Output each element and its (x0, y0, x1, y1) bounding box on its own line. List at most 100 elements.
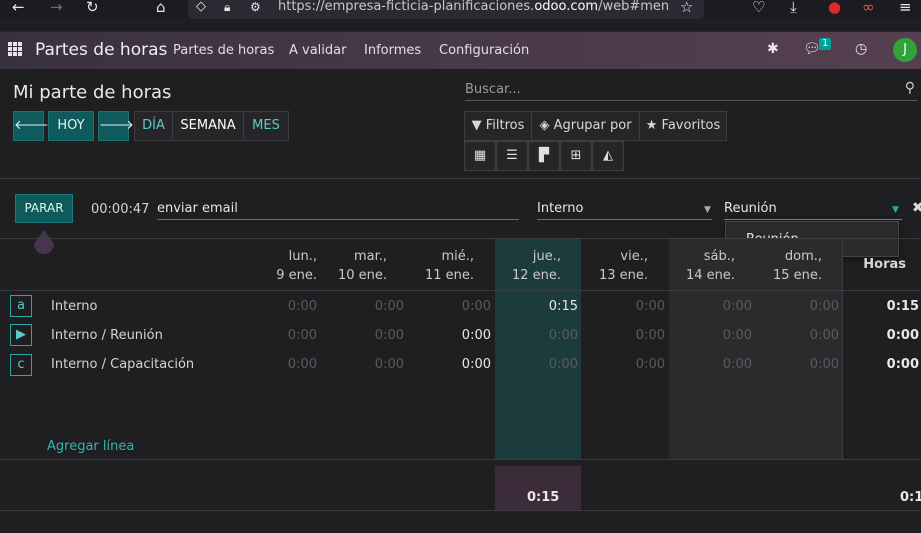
group-by-button[interactable]: ◈ Agrupar por (531, 111, 640, 141)
menu-hamburger-icon[interactable]: ≡ (899, 0, 912, 16)
kanban-view-icon: ▛ (539, 148, 549, 163)
apps-menu-icon[interactable] (8, 42, 22, 56)
grid-cell[interactable]: 0:00 (431, 328, 491, 343)
row-total: 0:00 (886, 328, 919, 343)
filters-button[interactable]: ▼ Filtros (464, 111, 532, 141)
forward-arrow-icon[interactable]: → (50, 0, 63, 16)
shield-icon[interactable]: ◇ (196, 0, 206, 16)
area-chart-icon: ◭ (603, 148, 613, 163)
row-shortcut-key[interactable]: c (10, 354, 32, 376)
grid-cell[interactable]: 0:00 (779, 357, 839, 372)
favorites-button[interactable]: ★ Favoritos (639, 111, 727, 141)
row-shortcut-key[interactable]: a (10, 295, 32, 317)
url-text: https://empresa-ficticia-planificaciones… (278, 0, 670, 14)
browser-toolbar: ← → ↻ ⌂ ◇ 🔒︎ ⚙ https://empresa-ficticia-… (0, 0, 921, 19)
reload-icon[interactable]: ↻ (86, 0, 99, 16)
user-avatar[interactable]: J (893, 38, 917, 62)
page-title: Mi parte de horas (13, 82, 172, 103)
menu-informes[interactable]: Informes (364, 43, 421, 58)
add-line-link[interactable]: Agregar línea (47, 439, 134, 454)
debug-bug-icon[interactable]: ✱ (767, 41, 779, 57)
arrow-left-icon: 🡐 (14, 118, 49, 133)
chevron-down-icon: ▼ (704, 205, 711, 215)
lock-icon: 🔒︎ (224, 0, 231, 14)
list-view-button[interactable]: ☰ (496, 141, 528, 171)
grid-cell[interactable]: 0:00 (344, 357, 404, 372)
grid-cell[interactable]: 0:00 (605, 328, 665, 343)
row-play-button[interactable]: ▶ (10, 324, 32, 346)
back-arrow-icon[interactable]: ← (12, 0, 25, 16)
grid-cell[interactable]: 0:00 (431, 357, 491, 372)
search-bar: ⚲ (465, 79, 917, 101)
grid-cell[interactable]: 0:00 (779, 328, 839, 343)
pocket-icon[interactable]: ♡ (752, 0, 765, 16)
graph-view-button[interactable]: ◭ (592, 141, 624, 171)
downloads-icon[interactable]: ⤓ (790, 0, 797, 16)
row-label: Interno (51, 299, 98, 314)
total-column (842, 239, 921, 459)
day-header: mié., 11 ene. (424, 249, 474, 283)
clear-icon[interactable]: ✖ (912, 200, 921, 216)
chat-count-badge: 1 (819, 38, 832, 50)
extension-icon[interactable]: ● (828, 0, 841, 16)
grid-cell[interactable]: 0:00 (605, 357, 665, 372)
grid-cell[interactable]: 0:00 (692, 328, 752, 343)
row-total: 0:00 (886, 357, 919, 372)
url-bar[interactable]: ◇ 🔒︎ ⚙ https://empresa-ficticia-planific… (188, 0, 704, 19)
grid-cell[interactable]: 0:00 (518, 328, 578, 343)
today-total: 0:15 (527, 490, 560, 505)
bookmark-star-icon[interactable]: ☆ (680, 0, 693, 16)
permissions-icon[interactable]: ⚙ (250, 0, 261, 16)
layers-icon: ◈ (539, 118, 550, 133)
search-icon[interactable]: ⚲ (905, 80, 915, 96)
pivot-table-icon: ⊞ (570, 148, 582, 163)
grid-cell[interactable]: 0:00 (344, 299, 404, 314)
day-header: mar., 10 ene. (337, 249, 387, 283)
timer-project-select[interactable]: Interno (537, 200, 712, 220)
row-label: Interno / Reunión (51, 328, 163, 343)
pivot-view-button[interactable]: ⊞ (560, 141, 592, 171)
timer-description-input[interactable]: enviar email (157, 200, 519, 220)
grid-cell[interactable]: 0:00 (257, 328, 317, 343)
chevron-down-icon: ▼ (892, 205, 899, 215)
list-view-icon: ☰ (506, 148, 518, 163)
grid-cell[interactable]: 0:00 (605, 299, 665, 314)
privacy-extension-icon[interactable]: ∞ (862, 0, 875, 16)
grid-cell[interactable]: 0:00 (518, 357, 578, 372)
prev-week-button[interactable]: 🡐 (13, 111, 49, 141)
app-brand[interactable]: Partes de horas (35, 40, 167, 60)
home-icon[interactable]: ⌂ (156, 0, 166, 16)
app-navbar: Partes de horas Partes de horas A valida… (0, 31, 921, 69)
next-week-button[interactable]: 🡒 (98, 111, 134, 141)
menu-configuracion[interactable]: Configuración (439, 43, 529, 58)
grid-cell[interactable]: 0:00 (431, 299, 491, 314)
grid-view-button[interactable]: ▦ (464, 141, 496, 171)
arrow-right-icon: 🡒 (99, 118, 134, 133)
mode-week-button[interactable]: SEMANA (172, 111, 244, 141)
menu-a-validar[interactable]: A validar (289, 43, 346, 58)
today-button[interactable]: HOY (48, 111, 94, 141)
grid-cell[interactable]: 0:00 (692, 299, 752, 314)
drop-decoration-icon (34, 230, 54, 254)
kanban-view-button[interactable]: ▛ (528, 141, 560, 171)
mode-month-button[interactable]: MES (243, 111, 289, 141)
row-label: Interno / Capacitación (51, 357, 195, 372)
grid-cell[interactable]: 0:00 (692, 357, 752, 372)
stop-timer-button[interactable]: PARAR (15, 194, 73, 223)
filter-icon: ▼ (471, 118, 482, 133)
divider (0, 290, 921, 291)
grid-cell[interactable]: 0:00 (257, 299, 317, 314)
day-header: dom., 15 ene. (772, 249, 822, 283)
timer-task-select[interactable]: Reunión (724, 200, 902, 220)
day-header: sáb., 14 ene. (685, 249, 735, 283)
mode-day-button[interactable]: DÍA (134, 111, 173, 141)
grid-cell[interactable]: 0:00 (344, 328, 404, 343)
grand-total: 0:15 (900, 490, 921, 505)
grid-cell[interactable]: 0:00 (779, 299, 839, 314)
grid-cell[interactable]: 0:15 (518, 299, 578, 314)
search-input[interactable] (465, 79, 895, 99)
activity-clock-icon[interactable]: ◷ (855, 41, 867, 57)
menu-partes-de-horas[interactable]: Partes de horas (173, 43, 274, 58)
grid-cell[interactable]: 0:00 (257, 357, 317, 372)
day-header: vie., 13 ene. (598, 249, 648, 283)
